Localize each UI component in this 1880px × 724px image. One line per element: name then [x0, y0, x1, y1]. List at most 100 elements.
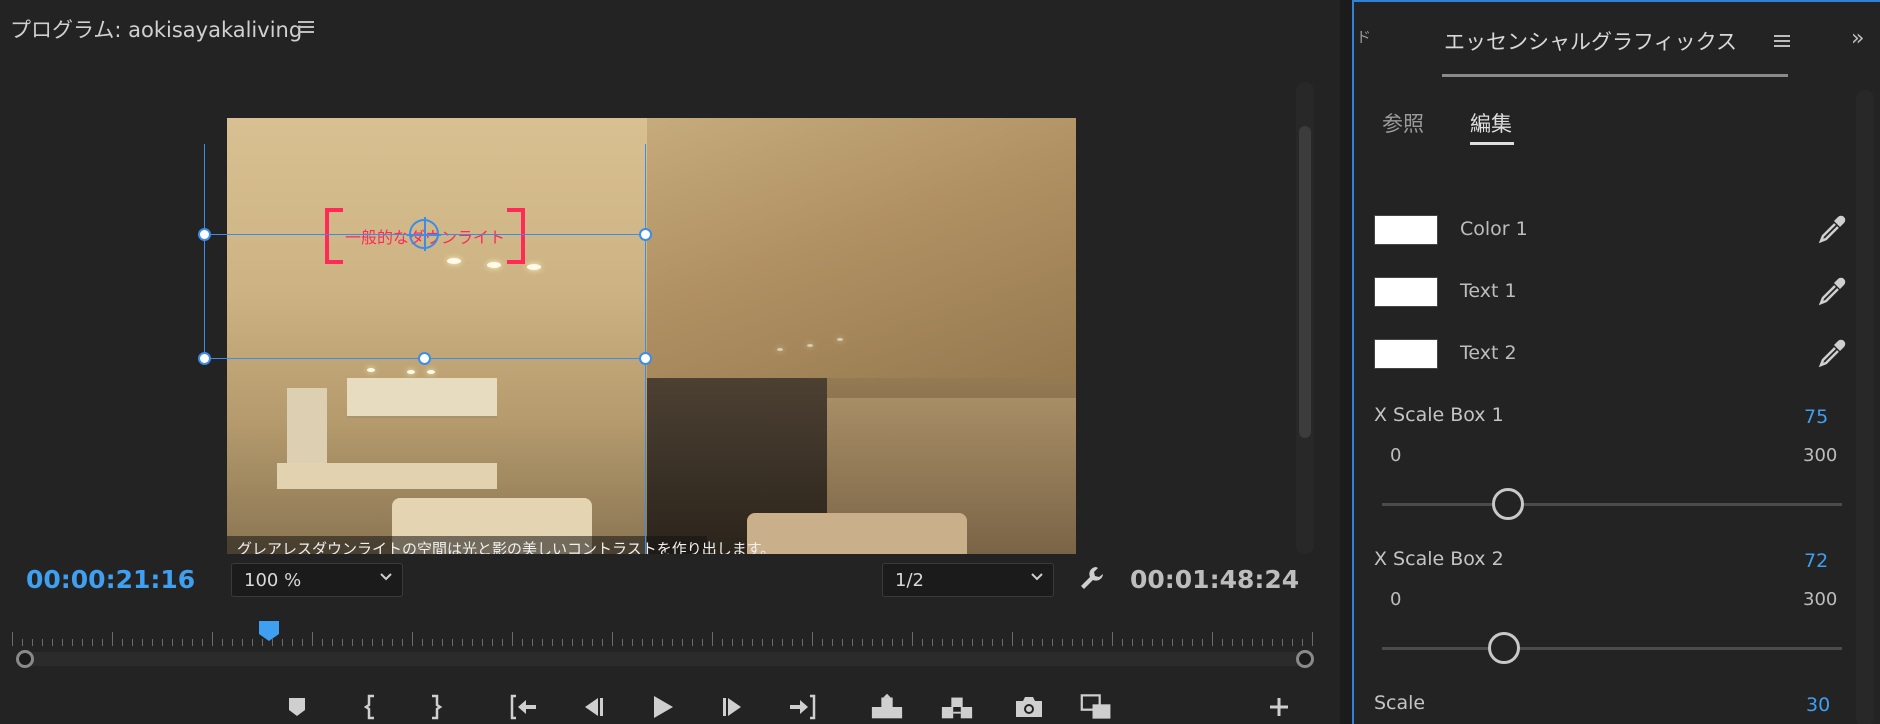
ruler-tick	[52, 639, 53, 646]
panel-divider[interactable]	[1340, 0, 1352, 724]
ruler-tick	[782, 639, 783, 646]
ruler-tick	[212, 632, 213, 646]
slider-value[interactable]: 30	[1806, 694, 1830, 716]
chevron-down-icon	[1031, 573, 1043, 581]
collapsed-panel-tab[interactable]: ド	[1356, 26, 1371, 47]
handle-bottom-left[interactable]	[198, 352, 211, 365]
ruler-tick	[152, 639, 153, 646]
ruler-tick	[432, 639, 433, 646]
resolution-value: 1/2	[895, 570, 924, 591]
ruler-tick	[192, 639, 193, 646]
resolution-dropdown[interactable]: 1/2	[882, 563, 1054, 597]
color-swatch[interactable]	[1374, 215, 1438, 245]
ruler-tick	[82, 639, 83, 646]
ruler-tick	[772, 639, 773, 646]
ruler-tick	[652, 639, 653, 646]
go-to-in-button[interactable]	[506, 692, 540, 722]
lift-button[interactable]	[870, 692, 904, 722]
caption-text: グレアレスダウンライトの空間は光と影の美しいコントラストを作り出します。	[237, 540, 776, 554]
ruler-tick	[912, 632, 913, 646]
selection-box[interactable]	[204, 234, 646, 359]
slider-thumb[interactable]	[1488, 632, 1520, 664]
ruler-tick	[602, 639, 603, 646]
handle-top-right[interactable]	[639, 228, 652, 241]
slider-max: 300	[1803, 445, 1838, 466]
mark-out-button[interactable]	[418, 692, 452, 722]
ruler-tick	[872, 639, 873, 646]
camera-icon	[1016, 697, 1042, 717]
ruler-tick	[252, 639, 253, 646]
zoom-scrollbar[interactable]	[22, 652, 1307, 666]
panel-scrollbar[interactable]	[1856, 90, 1874, 724]
eyedropper-icon[interactable]	[1816, 337, 1848, 369]
ruler-tick	[1292, 639, 1293, 646]
step-forward-button[interactable]	[716, 692, 750, 722]
mark-in-button[interactable]	[354, 692, 388, 722]
handle-top-left[interactable]	[198, 228, 211, 241]
handle-bottom-center[interactable]	[418, 352, 431, 365]
ruler-tick	[562, 639, 563, 646]
export-frame-button[interactable]	[1012, 692, 1046, 722]
wrench-icon[interactable]	[1078, 564, 1106, 592]
ruler-tick	[1142, 639, 1143, 646]
time-ruler[interactable]	[12, 630, 1317, 646]
ruler-tick	[22, 639, 23, 646]
zoom-handle-right[interactable]	[1296, 650, 1314, 668]
play-button[interactable]	[646, 692, 680, 722]
playhead-icon[interactable]	[258, 620, 280, 642]
panel-title[interactable]: エッセンシャルグラフィックス	[1444, 26, 1737, 56]
anchor-point-icon[interactable]	[407, 217, 441, 251]
ruler-tick	[1132, 639, 1133, 646]
handle-bottom-right[interactable]	[639, 352, 652, 365]
ruler-tick	[552, 639, 553, 646]
ruler-tick	[1052, 639, 1053, 646]
eyedropper-icon[interactable]	[1816, 275, 1848, 307]
slider-value[interactable]: 72	[1804, 550, 1828, 572]
add-marker-button[interactable]	[280, 692, 314, 722]
ruler-tick	[1312, 632, 1313, 646]
ruler-tick	[662, 639, 663, 646]
monitor-scrollbar-thumb[interactable]	[1299, 126, 1311, 438]
slider-track[interactable]	[1382, 647, 1842, 650]
ruler-tick	[1222, 639, 1223, 646]
comparison-view-button[interactable]	[1080, 692, 1114, 722]
monitor-menu-icon[interactable]	[296, 18, 316, 38]
slider-thumb[interactable]	[1492, 488, 1524, 520]
ruler-tick	[1002, 639, 1003, 646]
add-button[interactable]	[1262, 692, 1296, 722]
comparison-view-icon	[1080, 694, 1111, 719]
color-prop-row: Text 2	[1374, 333, 1848, 373]
ruler-tick	[812, 632, 813, 646]
step-back-icon	[585, 698, 603, 716]
step-back-button[interactable]	[576, 692, 610, 722]
go-to-out-icon	[790, 694, 816, 720]
ruler-tick	[892, 639, 893, 646]
more-panels-icon[interactable]: »	[1851, 26, 1864, 51]
prop-label: Color 1	[1460, 218, 1528, 240]
slider-label: X Scale Box 1	[1374, 404, 1504, 426]
panel-menu-icon[interactable]	[1772, 32, 1792, 52]
ruler-tick	[452, 639, 453, 646]
ruler-tick	[1182, 639, 1183, 646]
ruler-tick	[72, 639, 73, 646]
eyedropper-icon[interactable]	[1816, 213, 1848, 245]
zoom-handle-left[interactable]	[16, 650, 34, 668]
current-timecode[interactable]: 00:00:21:16	[26, 565, 195, 594]
zoom-dropdown[interactable]: 100 %	[231, 563, 403, 597]
ruler-tick	[162, 639, 163, 646]
ruler-tick	[592, 639, 593, 646]
ruler-tick	[572, 639, 573, 646]
monitor-title: プログラム: aokisayakaliving	[10, 18, 303, 42]
tab-browse[interactable]: 参照	[1382, 108, 1424, 138]
mark-in-icon	[363, 694, 374, 720]
ruler-tick	[372, 639, 373, 646]
go-to-out-button[interactable]	[786, 692, 820, 722]
color-swatch[interactable]	[1374, 277, 1438, 307]
extract-button[interactable]	[940, 692, 974, 722]
slider-value[interactable]: 75	[1804, 406, 1828, 428]
ruler-tick	[1082, 639, 1083, 646]
tab-edit[interactable]: 編集	[1470, 108, 1512, 138]
slider-track[interactable]	[1382, 503, 1842, 506]
color-swatch[interactable]	[1374, 339, 1438, 369]
video-viewport[interactable]: グレアレスダウンライトの空間は光と影の美しいコントラストを作り出します。 一般的…	[0, 62, 1320, 554]
